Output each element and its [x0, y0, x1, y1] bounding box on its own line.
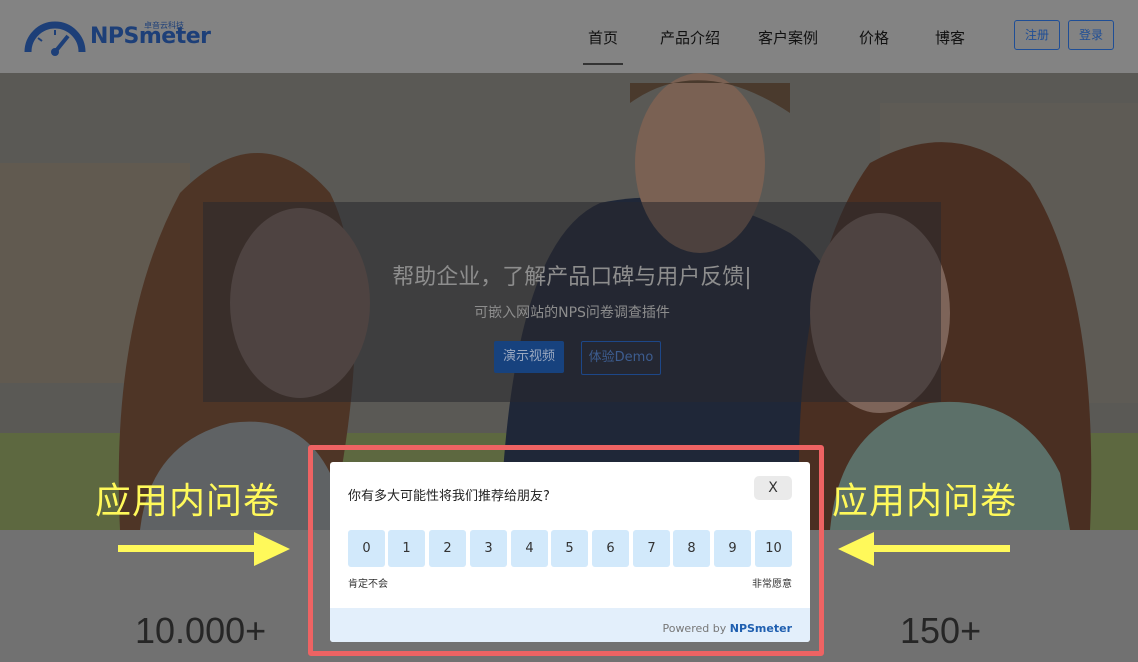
arrow-left-icon — [838, 532, 1010, 566]
score-button-9[interactable]: 9 — [714, 530, 751, 567]
close-button[interactable]: X — [754, 476, 792, 500]
hero-subtitle: 可嵌入网站的NPS问卷调查插件 — [474, 305, 670, 321]
score-button-8[interactable]: 8 — [673, 530, 710, 567]
low-score-label: 肯定不会 — [348, 579, 388, 590]
logo[interactable]: NPSmeter 卓音云科技 — [24, 16, 214, 58]
nav-home[interactable]: 首页 — [588, 27, 618, 48]
annotation-label-left: 应用内问卷 — [95, 481, 281, 522]
register-button[interactable]: 注册 — [1014, 20, 1060, 50]
survey-footer: Powered by NPSmeter — [330, 608, 810, 642]
score-button-0[interactable]: 0 — [348, 530, 385, 567]
login-button[interactable]: 登录 — [1068, 20, 1114, 50]
score-button-7[interactable]: 7 — [633, 530, 670, 567]
stat-users: 10.000+ — [135, 610, 267, 651]
site-header: NPSmeter 卓音云科技 首页 产品介绍 客户案例 价格 博客 注册 登录 — [0, 0, 1138, 73]
score-button-10[interactable]: 10 — [755, 530, 792, 567]
nav-pricing[interactable]: 价格 — [859, 27, 889, 48]
arrow-right-icon — [118, 532, 290, 566]
powered-by-text: Powered by — [662, 622, 727, 635]
speedometer-icon — [24, 21, 86, 56]
nav-cases[interactable]: 客户案例 — [758, 27, 818, 48]
score-button-2[interactable]: 2 — [429, 530, 466, 567]
nav-blog[interactable]: 博客 — [935, 27, 965, 48]
hero-title: 帮助企业，了解产品口碑与用户反馈| — [392, 265, 752, 290]
score-button-1[interactable]: 1 — [388, 530, 425, 567]
brand-subtitle: 卓音云科技 — [144, 21, 184, 30]
try-demo-button[interactable]: 体验Demo — [581, 341, 661, 375]
nav-active-indicator — [583, 63, 623, 65]
stat-clients: 150+ — [900, 610, 982, 651]
annotation-label-right: 应用内问卷 — [832, 481, 1018, 522]
nav-product[interactable]: 产品介绍 — [660, 27, 720, 48]
powered-by-brand: NPSmeter — [729, 622, 792, 635]
survey-question: 你有多大可能性将我们推荐给朋友? — [348, 489, 550, 504]
demo-video-button[interactable]: 演示视频 — [494, 341, 564, 373]
hero-overlay: 帮助企业，了解产品口碑与用户反馈| 可嵌入网站的NPS问卷调查插件 演示视频 体… — [203, 202, 941, 402]
score-button-6[interactable]: 6 — [592, 530, 629, 567]
powered-by[interactable]: Powered by NPSmeter — [662, 622, 792, 635]
score-button-4[interactable]: 4 — [511, 530, 548, 567]
score-button-5[interactable]: 5 — [551, 530, 588, 567]
high-score-label: 非常愿意 — [752, 579, 792, 590]
score-button-3[interactable]: 3 — [470, 530, 507, 567]
nps-survey-popup: 你有多大可能性将我们推荐给朋友? X 0 1 2 3 4 5 6 7 8 9 1… — [330, 462, 810, 642]
